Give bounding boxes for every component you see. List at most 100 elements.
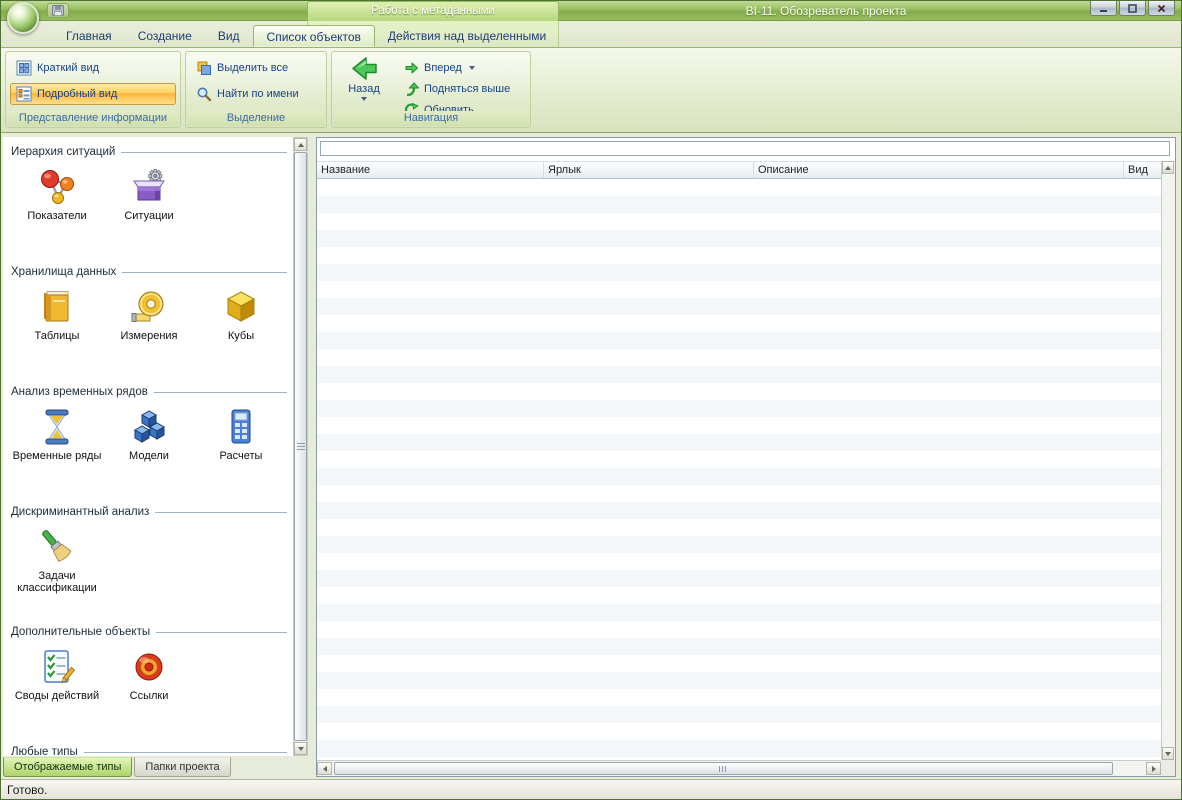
tab-object-list[interactable]: Список объектов — [252, 25, 375, 47]
sidebar-item-indicators[interactable]: Показатели — [11, 167, 103, 222]
arrow-up-icon — [1165, 165, 1171, 170]
arrow-down-icon — [297, 746, 304, 751]
forward-button[interactable]: Вперед — [398, 57, 526, 78]
list-scroll-down-button[interactable] — [1162, 747, 1174, 760]
sidebar-scrollbar[interactable] — [293, 137, 308, 756]
titlebar: Работа с метаданными BI-11. Обозреватель… — [1, 1, 1181, 34]
column-header-name[interactable]: Название — [317, 162, 544, 178]
window-controls — [1090, 1, 1175, 16]
sidebar-tab-strip: Отображаемые типы Папки проекта — [3, 757, 231, 777]
column-header-description[interactable]: Описание — [754, 162, 1124, 178]
minimize-icon — [1100, 9, 1107, 12]
tab-home[interactable]: Главная — [53, 25, 125, 47]
list-scroll-left-button[interactable] — [317, 762, 332, 775]
find-by-name-icon — [197, 87, 212, 102]
calculations-icon — [221, 407, 261, 447]
section-title: Дополнительные объекты — [11, 626, 151, 638]
section-title: Анализ временных рядов — [11, 386, 148, 398]
sidebar-tab-project-folders[interactable]: Папки проекта — [134, 757, 231, 777]
measures-icon — [129, 287, 169, 327]
column-header-shortcut[interactable]: Ярлык — [544, 162, 754, 178]
sidebar-item-calculations[interactable]: Расчеты — [195, 407, 287, 462]
save-button[interactable] — [47, 3, 69, 18]
item-label: Модели — [129, 450, 169, 462]
sidebar-item-action-summaries[interactable]: Своды действий — [11, 647, 103, 702]
column-header-kind[interactable]: Вид — [1124, 162, 1161, 178]
list-scroll-up-button[interactable] — [1162, 161, 1174, 174]
sidebar-item-dimensions[interactable]: Измерения — [103, 287, 195, 342]
back-button[interactable]: Назад — [340, 54, 388, 116]
sidebar-item-classification-tasks[interactable]: Задачи классификации — [11, 527, 103, 594]
sidebar-item-models[interactable]: Модели — [103, 407, 195, 462]
close-button[interactable] — [1148, 1, 1175, 16]
section-additional-objects: Дополнительные объекты Своды действий Сс… — [11, 625, 287, 739]
select-all-button[interactable]: Выделить все — [190, 57, 322, 79]
object-list-panel: Название Ярлык Описание Вид — [316, 137, 1176, 777]
go-up-button[interactable]: Подняться выше — [398, 78, 526, 99]
app-menu-button[interactable] — [7, 2, 39, 34]
time-series-icon — [37, 407, 77, 447]
find-by-name-label: Найти по имени — [217, 88, 299, 100]
brief-view-label: Краткий вид — [37, 62, 100, 74]
contextual-tab-group-label: Работа с метаданными — [371, 5, 495, 17]
item-label: Временные ряды — [12, 450, 102, 462]
ribbon-tab-row: Главная Создание Вид Список объектов Дей… — [1, 21, 1181, 47]
list-scroll-right-button[interactable] — [1146, 762, 1161, 775]
brief-view-icon — [16, 60, 32, 76]
sidebar-scroll-down-button[interactable] — [294, 742, 307, 755]
brief-view-button[interactable]: Краткий вид — [10, 57, 176, 79]
client-area: Иерархия ситуаций Показатели Ситуации Хр… — [1, 133, 1181, 779]
classification-icon — [37, 527, 77, 567]
detailed-view-icon — [16, 86, 32, 102]
list-column-header: Название Ярлык Описание Вид — [317, 161, 1161, 179]
cubes-icon — [221, 287, 261, 327]
tab-creation[interactable]: Создание — [125, 25, 205, 47]
back-label: Назад — [348, 83, 380, 95]
ribbon: Краткий вид Подробный вид Представление … — [1, 47, 1181, 133]
section-title: Любые типы — [11, 746, 78, 756]
address-bar[interactable] — [320, 141, 1170, 156]
section-title: Дискриминантный анализ — [11, 506, 150, 518]
sidebar-item-links[interactable]: Ссылки — [103, 647, 195, 702]
status-text: Готово. — [7, 783, 48, 797]
group-selection: Выделить все Найти по имени Выделение — [185, 51, 327, 128]
sidebar-scroll-up-button[interactable] — [294, 138, 307, 151]
indicators-icon — [37, 167, 77, 207]
section-discriminant-analysis: Дискриминантный анализ Задачи классифика… — [11, 505, 287, 619]
tab-view[interactable]: Вид — [205, 25, 253, 47]
app-window: Работа с метаданными BI-11. Обозреватель… — [0, 0, 1182, 800]
models-icon — [129, 407, 169, 447]
links-icon — [129, 647, 169, 687]
sidebar-tab-displayed-types[interactable]: Отображаемые типы — [3, 757, 133, 777]
back-icon — [352, 57, 377, 80]
go-up-icon — [406, 81, 419, 96]
scrollbar-corner — [1161, 760, 1175, 776]
item-label: Ссылки — [129, 690, 169, 702]
item-label: Измерения — [120, 330, 178, 342]
sidebar-item-tables[interactable]: Таблицы — [11, 287, 103, 342]
find-by-name-button[interactable]: Найти по имени — [190, 83, 322, 105]
detailed-view-button[interactable]: Подробный вид — [10, 83, 176, 105]
detailed-view-label: Подробный вид — [37, 88, 118, 100]
list-horizontal-scrollbar-thumb[interactable] — [334, 762, 1113, 775]
group-label-information-view: Представление информации — [7, 111, 179, 126]
sidebar-item-time-series[interactable]: Временные ряды — [11, 407, 103, 462]
sidebar-scrollbar-thumb[interactable] — [294, 152, 307, 741]
tab-actions-on-selected[interactable]: Действия над выделенными — [375, 25, 559, 47]
maximize-button[interactable] — [1119, 1, 1146, 16]
arrow-right-icon — [1151, 765, 1156, 772]
list-vertical-scrollbar[interactable] — [1161, 161, 1175, 760]
forward-label: Вперед — [424, 61, 462, 74]
close-icon — [1157, 4, 1166, 12]
section-situation-hierarchy: Иерархия ситуаций Показатели Ситуации — [11, 145, 287, 259]
select-all-icon — [197, 61, 211, 75]
item-label: Кубы — [227, 330, 255, 342]
arrow-left-icon — [322, 765, 327, 772]
minimize-button[interactable] — [1090, 1, 1117, 16]
window-title: BI-11. Обозреватель проекта — [745, 4, 907, 18]
list-horizontal-scrollbar[interactable] — [317, 760, 1161, 776]
group-navigation: Назад Вперед Подняться выше Обновить Нав… — [331, 51, 531, 128]
sidebar-item-cubes[interactable]: Кубы — [195, 287, 287, 342]
object-list[interactable] — [317, 179, 1161, 760]
sidebar-item-situations[interactable]: Ситуации — [103, 167, 195, 222]
